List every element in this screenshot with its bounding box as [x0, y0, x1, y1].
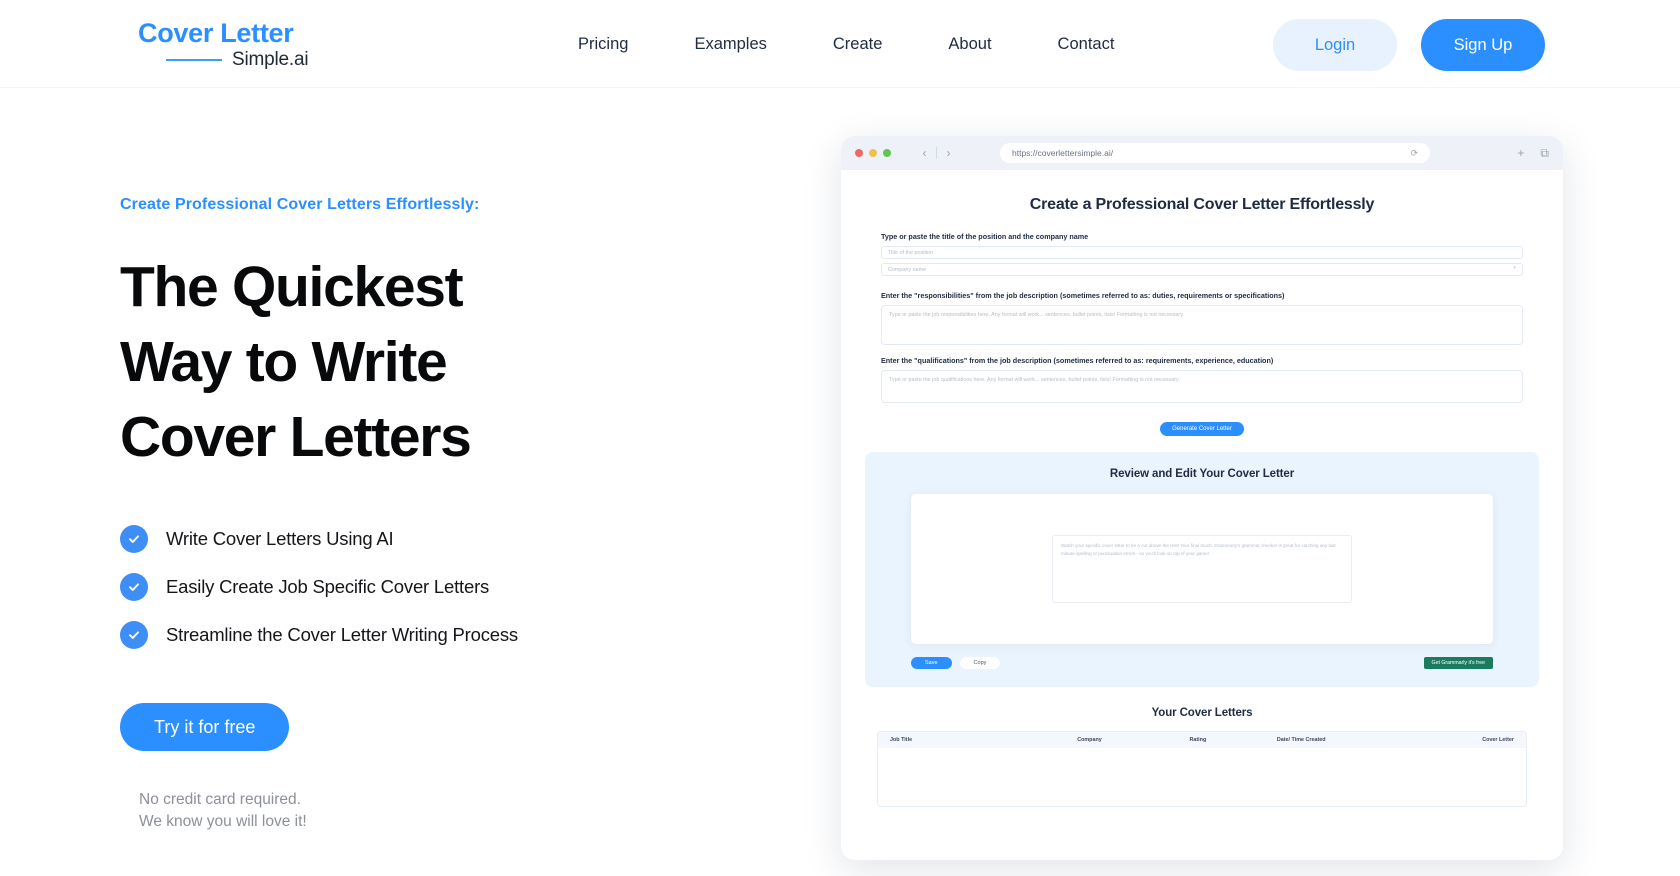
copy-button[interactable]: Copy — [959, 657, 1001, 669]
logo[interactable]: Cover Letter Simple.ai — [138, 18, 348, 71]
column-cover-letter: Cover Letter — [1482, 737, 1514, 743]
check-circle-icon — [120, 621, 148, 649]
maximize-window-icon[interactable] — [883, 149, 891, 157]
app-title: Create a Professional Cover Letter Effor… — [1029, 196, 1375, 213]
try-it-for-free-button[interactable]: Try it for free — [120, 703, 290, 751]
logo-rule-icon — [166, 59, 222, 61]
check-circle-icon — [120, 525, 148, 553]
hero-fineprint: No credit card required. We know you wil… — [139, 789, 760, 833]
headline-line-3: Cover Letters — [120, 405, 472, 469]
cover-letter-textarea[interactable]: Watch your specific cover letter to be a… — [1052, 535, 1352, 603]
review-section: Review and Edit Your Cover Letter Watch … — [865, 452, 1539, 687]
table-header-row: Job Title Company Rating Date/ Time Crea… — [878, 732, 1526, 748]
column-date-created: Date/ Time Created — [1276, 737, 1326, 743]
check-circle-icon — [120, 573, 148, 601]
list-item: Write Cover Letters Using AI — [120, 525, 760, 553]
page-title: The Quickest Way to Write Cover Letters — [120, 250, 760, 475]
browser-mockup: ‹ › https://coverlettersimple.ai/ ⟳ + ⧉ … — [841, 136, 1563, 860]
browser-toolbar: ‹ › https://coverlettersimple.ai/ ⟳ + ⧉ — [841, 136, 1563, 170]
feature-label: Easily Create Job Specific Cover Letters — [166, 576, 490, 597]
list-item: Easily Create Job Specific Cover Letters — [120, 573, 760, 601]
nav-item-about[interactable]: About — [915, 35, 1024, 54]
hero-copy: Create Professional Cover Letters Effort… — [120, 196, 760, 833]
logo-secondary-text: Simple.ai — [232, 49, 309, 70]
hero-eyebrow: Create Professional Cover Letters Effort… — [120, 196, 480, 213]
position-form-label: Type or paste the title of the position … — [881, 232, 1089, 241]
cover-letters-table: Job Title Company Rating Date/ Time Crea… — [877, 731, 1527, 807]
grammarly-badge[interactable]: Get Grammarly it's free — [1423, 657, 1493, 669]
responsibilities-textarea[interactable]: Type or paste the job responsibilities h… — [881, 305, 1523, 345]
nav-item-contact[interactable]: Contact — [1025, 35, 1148, 54]
company-name-input[interactable]: Company name — [881, 263, 1523, 276]
new-tab-icon[interactable]: + — [1517, 146, 1524, 160]
site-header: Cover Letter Simple.ai Pricing Examples … — [0, 0, 1680, 88]
column-rating: Rating — [1189, 737, 1207, 743]
back-icon[interactable]: ‹ — [913, 144, 936, 163]
browser-toolbar-right: + ⧉ — [1489, 146, 1549, 161]
job-title-input[interactable]: Title of the position — [881, 246, 1523, 259]
logo-primary-text: Cover Letter — [138, 18, 294, 48]
browser-nav-buttons: ‹ › — [913, 144, 960, 163]
column-company: Company — [1077, 737, 1102, 743]
feature-label: Write Cover Letters Using AI — [166, 528, 394, 549]
window-controls — [855, 149, 891, 157]
landing-page: Cover Letter Simple.ai Pricing Examples … — [0, 0, 1680, 876]
address-bar[interactable]: https://coverlettersimple.ai/ ⟳ — [1000, 143, 1430, 163]
login-button[interactable]: Login — [1273, 19, 1397, 71]
responsibilities-label: Enter the "responsibilities" from the jo… — [881, 291, 1285, 300]
generate-button-row: Generate Cover Letter — [881, 417, 1523, 436]
headline-line-2: Way to Write — [120, 330, 448, 394]
qualifications-label: Enter the "qualifications" from the job … — [881, 356, 1274, 365]
headline-line-1: The Quickest — [120, 255, 464, 319]
review-section-title: Review and Edit Your Cover Letter — [1109, 468, 1295, 480]
your-cover-letters-section: Your Cover Letters Job Title Company Rat… — [841, 707, 1563, 807]
main-nav: Pricing Examples Create About Contact — [545, 0, 1147, 88]
nav-item-pricing[interactable]: Pricing — [545, 35, 661, 54]
reload-icon[interactable]: ⟳ — [1410, 148, 1418, 159]
nav-item-examples[interactable]: Examples — [661, 35, 799, 54]
feature-list: Write Cover Letters Using AI Easily Crea… — [120, 525, 760, 649]
save-button[interactable]: Save — [911, 657, 952, 669]
qualifications-textarea[interactable]: Type or paste the job qualifications her… — [881, 370, 1523, 403]
feature-label: Streamline the Cover Letter Writing Proc… — [166, 624, 518, 645]
fineprint-line-1: No credit card required. — [139, 791, 301, 808]
nav-item-create[interactable]: Create — [800, 35, 916, 54]
column-job-title: Job Title — [890, 737, 913, 743]
review-actions: Save Copy Get Grammarly it's free — [911, 657, 1493, 669]
app-screenshot: Create a Professional Cover Letter Effor… — [841, 170, 1563, 860]
list-item: Streamline the Cover Letter Writing Proc… — [120, 621, 760, 649]
logo-secondary: Simple.ai — [138, 49, 348, 71]
forward-icon[interactable]: › — [937, 144, 960, 163]
generate-cover-letter-button[interactable]: Generate Cover Letter — [1160, 422, 1244, 436]
cover-letters-title: Your Cover Letters — [1151, 707, 1253, 719]
tab-overview-icon[interactable]: ⧉ — [1540, 146, 1549, 161]
fineprint-line-2: We know you will love it! — [139, 813, 307, 830]
auth-actions: Login Sign Up — [1273, 19, 1545, 71]
cover-letter-form: Type or paste the title of the position … — [841, 214, 1563, 436]
close-window-icon[interactable] — [855, 149, 863, 157]
url-text: https://coverlettersimple.ai/ — [1012, 148, 1114, 158]
minimize-window-icon[interactable] — [869, 149, 877, 157]
review-card: Watch your specific cover letter to be a… — [911, 494, 1493, 644]
signup-button[interactable]: Sign Up — [1421, 19, 1545, 71]
